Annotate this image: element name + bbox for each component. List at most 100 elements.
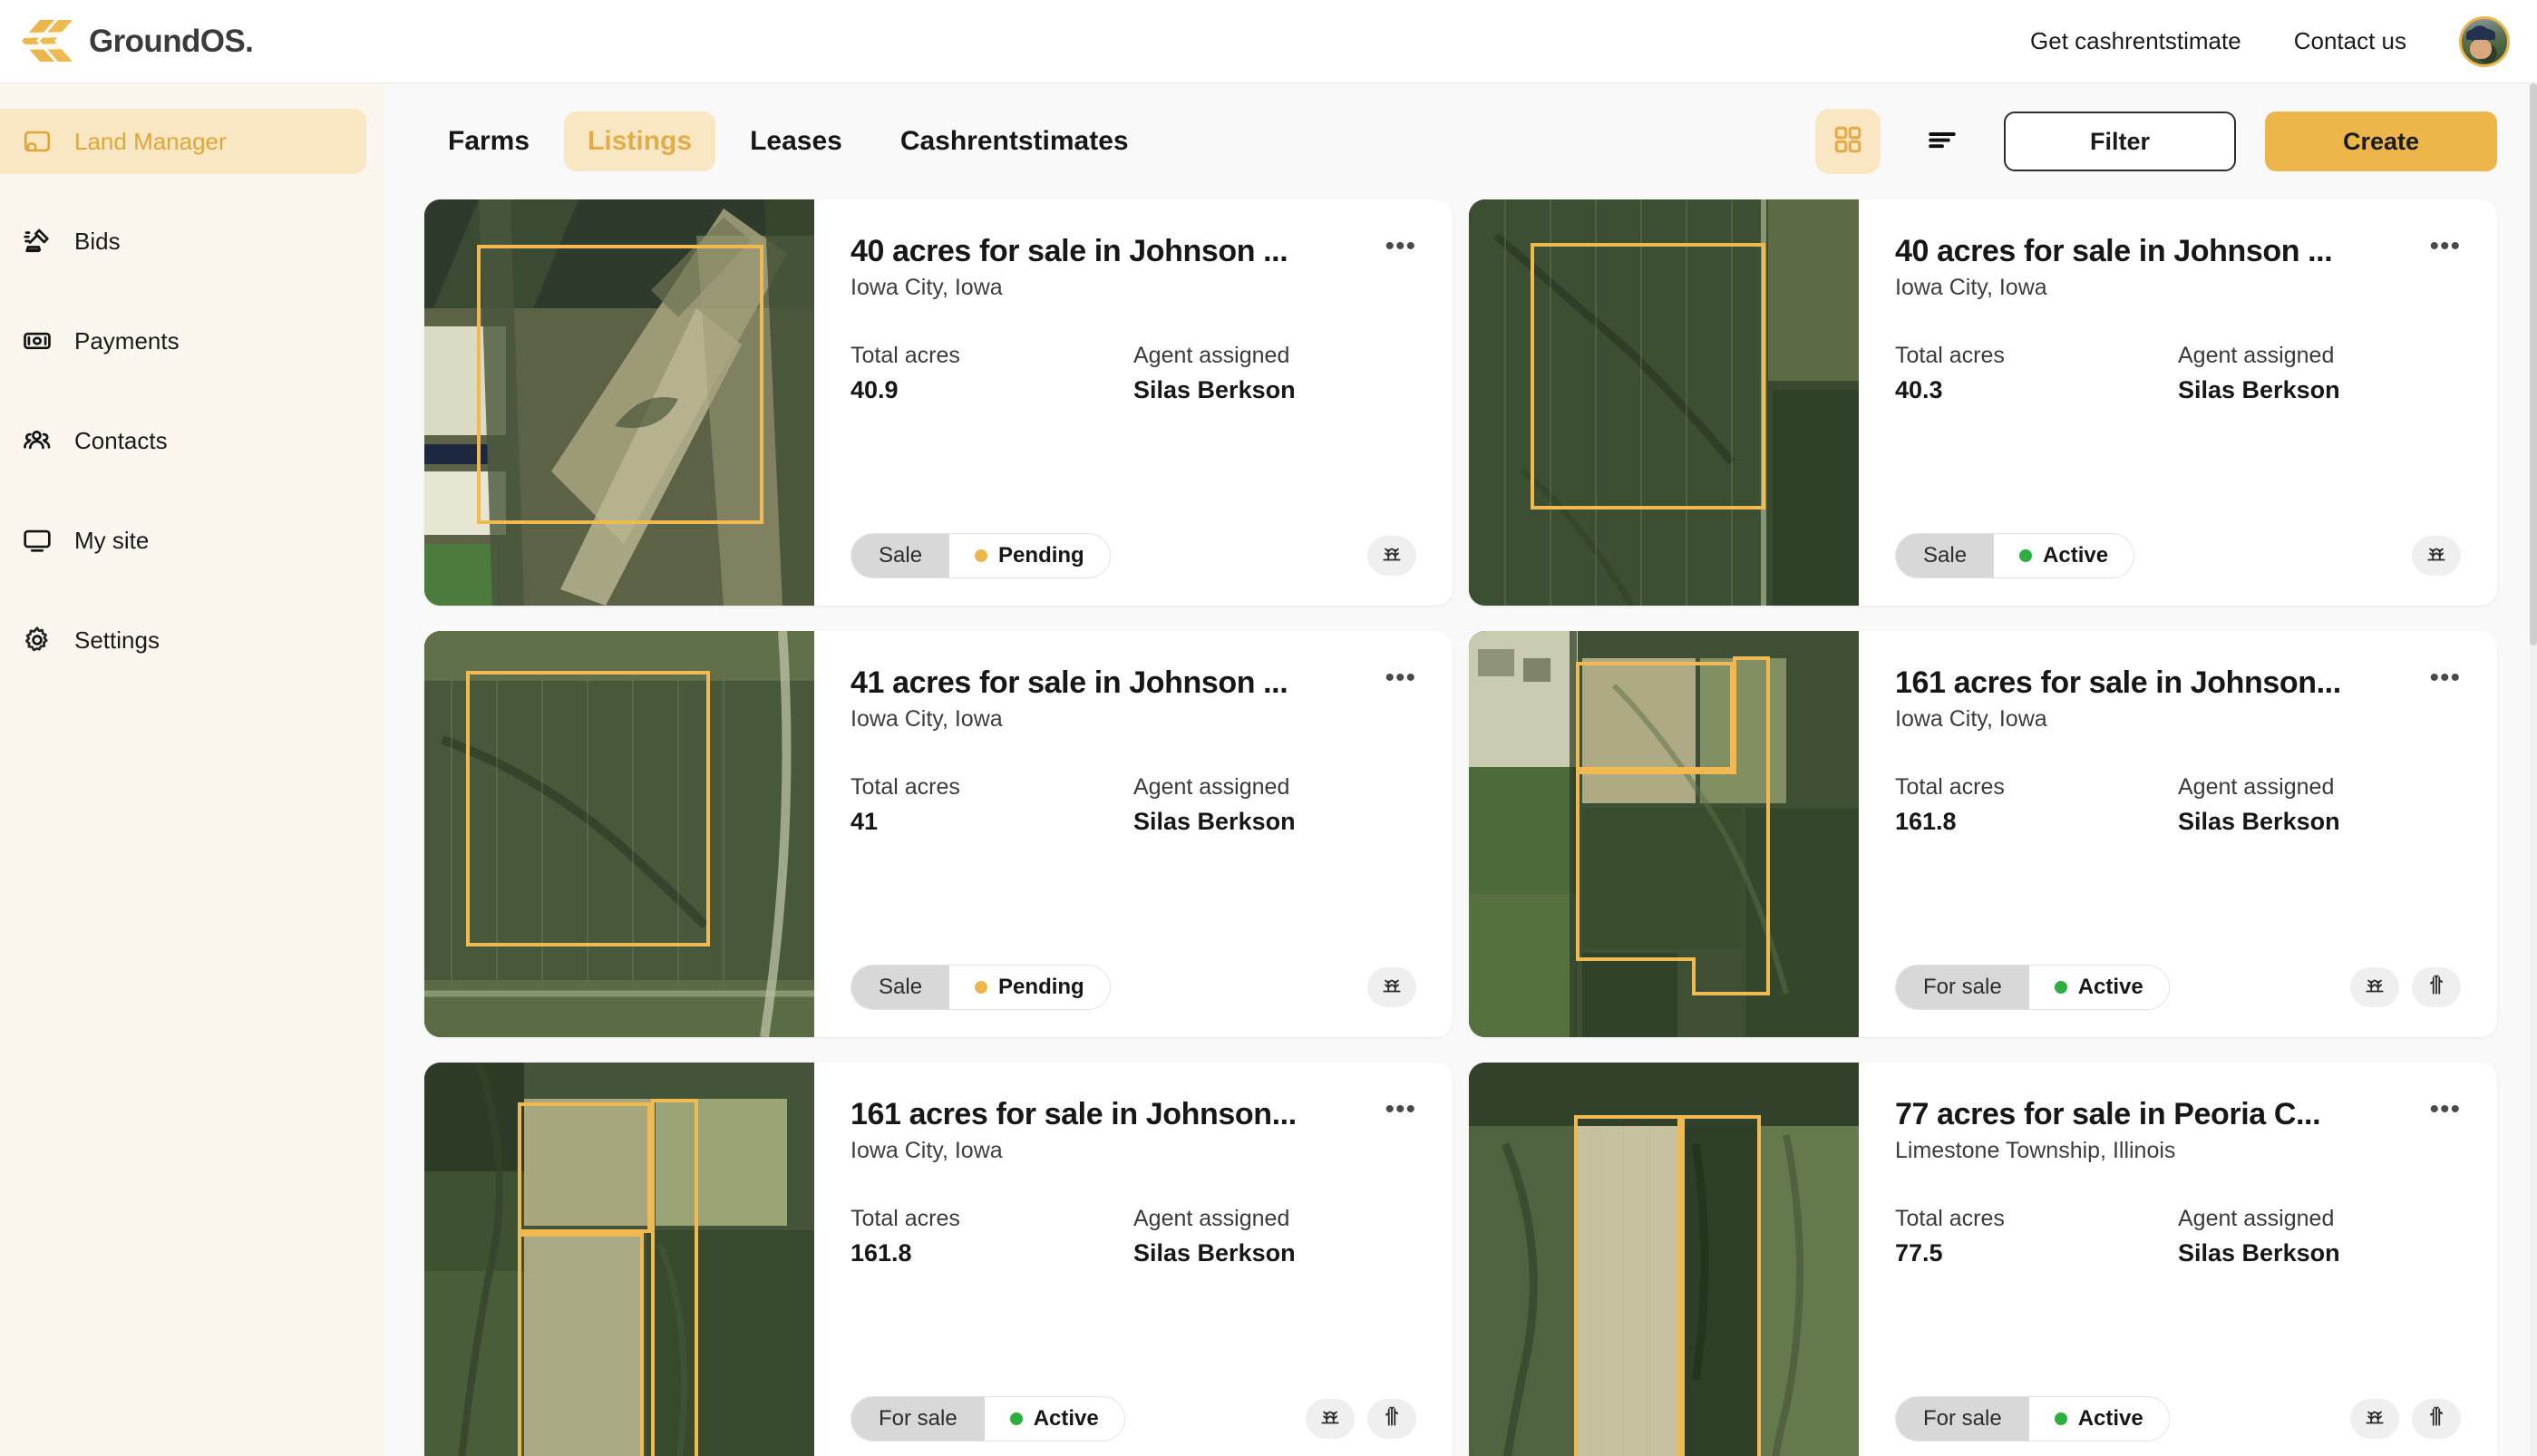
listing-body: 161 acres for sale in Johnson... ••• Iow…	[814, 1063, 1453, 1456]
listing-body: 77 acres for sale in Peoria C... ••• Lim…	[1859, 1063, 2497, 1456]
main-content: Farms Listings Leases Cashrentstimates F…	[384, 83, 2537, 1456]
filter-button[interactable]: Filter	[2004, 112, 2236, 171]
listing-menu-button[interactable]: •••	[2429, 1096, 2461, 1123]
stat-agent-assigned: Agent assigned Silas Berkson	[2178, 1206, 2461, 1267]
status-label: Active	[2077, 1406, 2143, 1431]
listing-card[interactable]: 77 acres for sale in Peoria C... ••• Lim…	[1469, 1063, 2497, 1456]
listing-card[interactable]: 40 acres for sale in Johnson ... ••• Iow…	[424, 199, 1453, 606]
status-dot	[2054, 981, 2067, 994]
listing-thumbnail[interactable]	[1469, 199, 1859, 606]
tab-farms[interactable]: Farms	[424, 112, 553, 171]
listing-footer: Sale Active	[1895, 533, 2461, 578]
status-badge[interactable]: For sale Active	[1895, 1396, 2170, 1441]
listing-location: Iowa City, Iowa	[851, 706, 1003, 732]
listing-footer: Sale Pending	[851, 533, 1416, 578]
listing-menu-button[interactable]: •••	[1385, 1096, 1416, 1123]
listings-toolbar: Farms Listings Leases Cashrentstimates F…	[384, 83, 2537, 199]
listing-body: 40 acres for sale in Johnson ... ••• Iow…	[814, 199, 1453, 606]
status-badge[interactable]: Sale Pending	[851, 965, 1111, 1010]
corn-stalk-button[interactable]	[2412, 1399, 2461, 1439]
listing-card[interactable]: 41 acres for sale in Johnson ... ••• Iow…	[424, 631, 1453, 1037]
get-cashrentstimate-link[interactable]: Get cashrentstimate	[2030, 27, 2241, 55]
listing-menu-button[interactable]: •••	[2429, 233, 2461, 260]
deal-type-label: Sale	[1896, 534, 1995, 578]
crop-rows-button[interactable]	[1306, 1399, 1355, 1439]
stat-value: 161.8	[1895, 808, 1957, 835]
listing-stats: Total acres 77.5 Agent assigned Silas Be…	[1895, 1206, 2461, 1267]
listing-stats: Total acres 161.8 Agent assigned Silas B…	[1895, 774, 2461, 836]
groundos-chevrons-logo	[22, 18, 73, 65]
listing-card[interactable]: 161 acres for sale in Johnson... ••• Iow…	[1469, 631, 2497, 1037]
sidebar-item-my-site[interactable]: My site	[0, 508, 384, 573]
listing-title-row: 161 acres for sale in Johnson... •••	[1895, 665, 2461, 701]
deal-type-label: For sale	[851, 1397, 985, 1441]
deal-type-label: For sale	[1896, 1397, 2029, 1441]
status-label: Active	[2077, 975, 2143, 999]
avatar[interactable]	[2459, 15, 2510, 67]
page-scrollbar[interactable]	[2530, 83, 2537, 1456]
scrollbar-thumb[interactable]	[2530, 83, 2537, 645]
contact-us-link[interactable]: Contact us	[2294, 27, 2406, 55]
crop-rows-button[interactable]	[2412, 536, 2461, 576]
tab-listings[interactable]: Listings	[564, 112, 716, 171]
sidebar-item-bids[interactable]: Bids	[0, 209, 384, 274]
sidebar-item-label: Bids	[74, 227, 121, 255]
listing-thumbnail[interactable]	[1469, 631, 1859, 1037]
stat-agent-assigned: Agent assigned Silas Berkson	[1133, 1206, 1416, 1267]
crop-rows-button[interactable]	[1367, 536, 1416, 576]
stat-label: Total acres	[851, 774, 960, 800]
listing-location: Limestone Township, Illinois	[1895, 1138, 2176, 1163]
listing-title-row: 41 acres for sale in Johnson ... •••	[851, 665, 1416, 701]
banknote-icon	[20, 324, 54, 358]
crop-rows-button[interactable]	[2350, 1399, 2399, 1439]
stat-agent-assigned: Agent assigned Silas Berkson	[1133, 343, 1416, 404]
status-dot	[1009, 1412, 1023, 1425]
listing-title: 40 acres for sale in Johnson ...	[851, 234, 1288, 268]
sidebar-item-contacts[interactable]: Contacts	[0, 408, 384, 473]
status-label: Active	[2043, 543, 2109, 568]
listing-menu-button[interactable]: •••	[2429, 665, 2461, 692]
listing-menu-button[interactable]: •••	[1385, 665, 1416, 692]
stat-label: Total acres	[851, 343, 960, 368]
listing-thumbnail[interactable]	[424, 631, 814, 1037]
corn-stalk-icon	[1380, 1405, 1404, 1433]
corn-stalk-button[interactable]	[1367, 1399, 1416, 1439]
sidebar-item-settings[interactable]: Settings	[0, 607, 384, 673]
crop-rows-icon	[2363, 974, 2386, 1002]
status-badge[interactable]: Sale Active	[1895, 533, 2135, 578]
monitor-icon	[20, 523, 54, 558]
listing-card[interactable]: 40 acres for sale in Johnson ... ••• Iow…	[1469, 199, 2497, 606]
stat-value: 40.9	[851, 376, 899, 403]
listing-footer: For sale Active	[1895, 965, 2461, 1010]
sidebar-item-land-manager[interactable]: Land Manager	[0, 109, 366, 174]
listing-thumbnail[interactable]	[1469, 1063, 1859, 1456]
stat-label: Agent assigned	[2178, 343, 2335, 368]
listing-card[interactable]: 161 acres for sale in Johnson... ••• Iow…	[424, 1063, 1453, 1456]
listing-thumbnail[interactable]	[424, 199, 814, 606]
crop-rows-button[interactable]	[1367, 967, 1416, 1007]
stat-label: Total acres	[1895, 1206, 2005, 1231]
crop-rows-button[interactable]	[2350, 967, 2399, 1007]
listing-body: 40 acres for sale in Johnson ... ••• Iow…	[1859, 199, 2497, 606]
grid-view-toggle[interactable]	[1815, 109, 1881, 174]
stat-value: Silas Berkson	[2178, 376, 2340, 403]
status-badge[interactable]: For sale Active	[851, 1396, 1125, 1441]
users-icon	[20, 423, 54, 458]
corn-stalk-button[interactable]	[2412, 967, 2461, 1007]
brand[interactable]: GroundOS.	[0, 18, 254, 65]
tab-cashrentstimates[interactable]: Cashrentstimates	[877, 112, 1152, 171]
tab-leases[interactable]: Leases	[726, 112, 866, 171]
create-button[interactable]: Create	[2265, 112, 2497, 171]
listing-thumbnail[interactable]	[424, 1063, 814, 1456]
listing-menu-button[interactable]: •••	[1385, 233, 1416, 260]
listing-title-row: 161 acres for sale in Johnson... •••	[851, 1096, 1416, 1132]
listing-title: 40 acres for sale in Johnson ...	[1895, 234, 2333, 268]
status-badge[interactable]: For sale Active	[1895, 965, 2170, 1010]
stat-value: Silas Berkson	[2178, 808, 2340, 835]
stat-total-acres: Total acres 77.5	[1895, 1206, 2178, 1267]
status-badge[interactable]: Sale Pending	[851, 533, 1111, 578]
sidebar-item-payments[interactable]: Payments	[0, 308, 384, 374]
stat-total-acres: Total acres 40.9	[851, 343, 1133, 404]
deal-type-label: Sale	[851, 534, 950, 578]
list-view-toggle[interactable]	[1910, 109, 1975, 174]
